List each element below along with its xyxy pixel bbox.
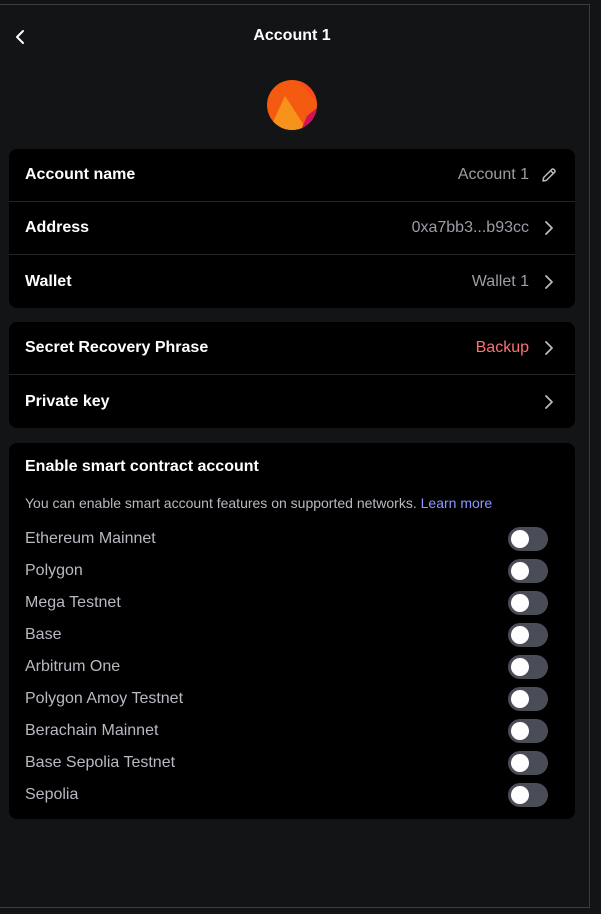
network-row: Polygon [25,555,548,587]
network-toggle[interactable] [508,751,548,775]
network-name: Ethereum Mainnet [25,530,156,547]
network-toggle[interactable] [508,527,548,551]
pencil-icon[interactable] [539,165,559,185]
network-row: Ethereum Mainnet [25,523,548,555]
network-toggle[interactable] [508,687,548,711]
toggle-knob [511,530,529,548]
address-value: 0xa7bb3...b93cc [411,219,529,236]
app-frame: Account 1 Account name Account 1 Address… [0,4,590,908]
secret-recovery-phrase-row[interactable]: Secret Recovery Phrase Backup [9,322,575,375]
network-name: Sepolia [25,786,79,803]
row-label: Wallet [25,272,72,290]
network-name: Base Sepolia Testnet [25,754,176,771]
network-name: Mega Testnet [25,594,121,611]
private-key-row[interactable]: Private key [9,375,575,428]
network-row: Base [25,619,548,651]
row-label: Address [25,219,90,236]
network-row: Polygon Amoy Testnet [25,683,548,715]
chevron-right-icon [539,392,559,412]
row-label: Private key [25,392,110,410]
chevron-right-icon [539,272,559,292]
chevron-right-icon [539,218,559,238]
toggle-knob [511,786,529,804]
account-name-row[interactable]: Account name Account 1 [9,149,575,202]
network-row: Berachain Mainnet [25,715,548,747]
network-toggle[interactable] [508,783,548,807]
header: Account 1 [0,13,584,61]
network-toggle[interactable] [508,655,548,679]
network-row: Base Sepolia Testnet [25,747,548,779]
security-card: Secret Recovery Phrase Backup Private ke… [9,322,575,428]
account-name-value: Account 1 [457,166,529,183]
page-title: Account 1 [253,27,331,44]
smart-account-description: You can enable smart account features on… [25,495,492,511]
toggle-knob [511,594,529,612]
toggle-knob [511,626,529,644]
network-row: Sepolia [25,779,548,811]
backup-status: Backup [475,339,529,356]
smart-account-title: Enable smart contract account [25,458,259,475]
network-name: Berachain Mainnet [25,722,159,739]
account-avatar [267,80,317,130]
toggle-knob [511,754,529,772]
toggle-knob [511,690,529,708]
network-toggle[interactable] [508,559,548,583]
smart-account-card: Enable smart contract account You can en… [9,443,575,819]
description-text: You can enable smart account features on… [25,495,421,511]
row-label: Secret Recovery Phrase [25,339,209,356]
network-toggle[interactable] [508,623,548,647]
address-row[interactable]: Address 0xa7bb3...b93cc [9,202,575,255]
wallet-row[interactable]: Wallet Wallet 1 [9,255,575,308]
network-list: Ethereum Mainnet Polygon Mega Testnet Base A… [25,523,548,811]
account-details-card: Account name Account 1 Address 0xa7bb3..… [9,149,575,308]
network-name: Arbitrum One [25,658,121,675]
network-row: Mega Testnet [25,587,548,619]
row-label: Account name [25,166,136,183]
network-row: Arbitrum One [25,651,548,683]
network-toggle[interactable] [508,719,548,743]
toggle-knob [511,722,529,740]
network-name: Polygon [25,562,83,579]
network-toggle[interactable] [508,591,548,615]
wallet-value: Wallet 1 [471,272,529,290]
network-name: Polygon Amoy Testnet [25,690,184,707]
chevron-right-icon [539,338,559,358]
toggle-knob [511,562,529,580]
network-name: Base [25,626,62,643]
learn-more-link[interactable]: Learn more [421,495,493,511]
toggle-knob [511,658,529,676]
